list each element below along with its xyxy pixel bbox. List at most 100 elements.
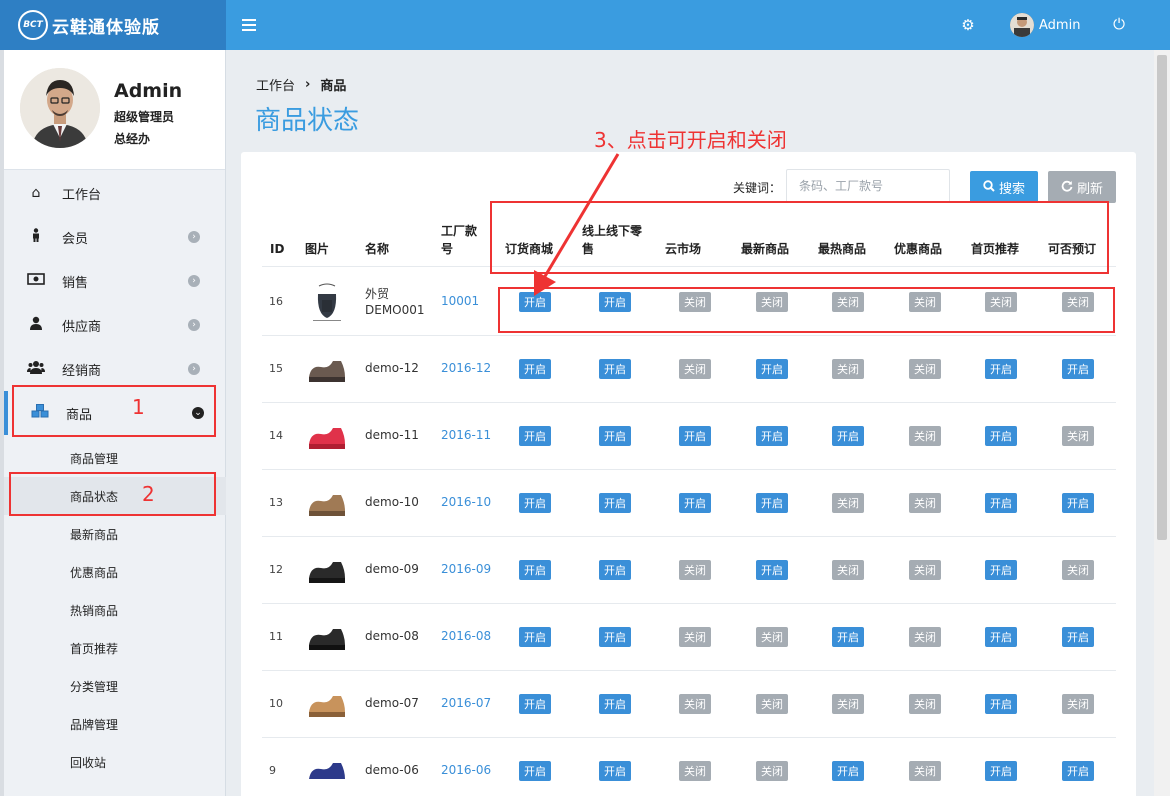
status-toggle-button[interactable]: 开启: [679, 425, 711, 446]
sidebar-item-label: 销售: [62, 275, 89, 291]
breadcrumb-home[interactable]: 工作台: [256, 75, 295, 94]
status-toggle-button[interactable]: 开启: [985, 358, 1017, 379]
table-divider: [262, 737, 1116, 738]
status-toggle-button[interactable]: 开启: [519, 626, 551, 647]
status-toggle-button[interactable]: 开启: [599, 492, 631, 513]
status-toggle-button[interactable]: 开启: [519, 760, 551, 781]
status-toggle-button[interactable]: 关闭: [909, 425, 941, 446]
status-toggle-button[interactable]: 关闭: [679, 760, 711, 781]
status-toggle-button[interactable]: 开启: [599, 559, 631, 580]
col-header-code: 工厂款号: [441, 224, 478, 256]
cell-code-link[interactable]: 2016-08: [441, 629, 491, 643]
status-toggle-button[interactable]: 关闭: [679, 358, 711, 379]
cell-name: demo-10: [365, 494, 419, 509]
search-button[interactable]: 搜索: [970, 171, 1038, 203]
table-divider: [262, 335, 1116, 336]
status-toggle-button[interactable]: 开启: [985, 492, 1017, 513]
scrollbar-thumb[interactable]: [1157, 55, 1167, 540]
status-toggle-button[interactable]: 开启: [985, 559, 1017, 580]
status-toggle-button[interactable]: 开启: [599, 425, 631, 446]
sidebar-subitem-latest-products[interactable]: 最新商品: [4, 515, 226, 553]
sidebar-subitem-homepage-recommend[interactable]: 首页推荐: [4, 629, 226, 667]
cell-id: 14: [269, 428, 283, 442]
status-toggle-button[interactable]: 关闭: [1062, 425, 1094, 446]
status-toggle-button[interactable]: 关闭: [1062, 693, 1094, 714]
status-toggle-button[interactable]: 关闭: [832, 559, 864, 580]
sidebar-item-suppliers[interactable]: 供应商 ›: [4, 303, 226, 347]
status-toggle-button[interactable]: 关闭: [756, 760, 788, 781]
user-menu[interactable]: Admin: [1010, 13, 1080, 37]
sidebar-item-sales[interactable]: 销售 ›: [4, 259, 226, 303]
status-toggle-button[interactable]: 关闭: [909, 358, 941, 379]
status-toggle-button[interactable]: 开启: [985, 760, 1017, 781]
sidebar-item-workbench[interactable]: ⌂ 工作台: [4, 171, 226, 215]
cell-code-link[interactable]: 2016-06: [441, 763, 491, 777]
users-icon: [26, 360, 46, 378]
brand[interactable]: BCT 云鞋通体验版: [0, 0, 226, 50]
sidebar-subitem-category-management[interactable]: 分类管理: [4, 667, 226, 705]
cell-code-link[interactable]: 2016-12: [441, 361, 491, 375]
status-toggle-button[interactable]: 关闭: [679, 693, 711, 714]
gear-icon[interactable]: ⚙: [960, 17, 976, 33]
status-toggle-button[interactable]: 开启: [985, 626, 1017, 647]
status-toggle-button[interactable]: 关闭: [909, 492, 941, 513]
status-toggle-button[interactable]: 关闭: [832, 492, 864, 513]
status-toggle-button[interactable]: 开启: [756, 425, 788, 446]
status-toggle-button[interactable]: 开启: [832, 626, 864, 647]
table-divider: [262, 469, 1116, 470]
cell-code-link[interactable]: 2016-09: [441, 562, 491, 576]
cell-id: 13: [269, 495, 283, 509]
status-toggle-button[interactable]: 开启: [599, 626, 631, 647]
status-toggle-button[interactable]: 开启: [1062, 358, 1094, 379]
status-toggle-button[interactable]: 开启: [599, 760, 631, 781]
cell-code-link[interactable]: 2016-07: [441, 696, 491, 710]
status-toggle-button[interactable]: 开启: [519, 425, 551, 446]
status-toggle-button[interactable]: 开启: [1062, 626, 1094, 647]
status-toggle-button[interactable]: 关闭: [909, 693, 941, 714]
status-toggle-button[interactable]: 开启: [679, 492, 711, 513]
menu-icon[interactable]: [242, 16, 258, 34]
status-toggle-button[interactable]: 关闭: [756, 693, 788, 714]
status-toggle-button[interactable]: 开启: [756, 358, 788, 379]
refresh-button[interactable]: 刷新: [1048, 171, 1116, 203]
product-thumbnail: [305, 346, 349, 391]
cell-code-link[interactable]: 2016-11: [441, 428, 491, 442]
status-toggle-button[interactable]: 开启: [519, 693, 551, 714]
sidebar-subitem-discount-products[interactable]: 优惠商品: [4, 553, 226, 591]
status-toggle-button[interactable]: 开启: [599, 358, 631, 379]
col-header-image: 图片: [305, 242, 330, 256]
status-toggle-button[interactable]: 开启: [1062, 760, 1094, 781]
sidebar-subitem-hot-products[interactable]: 热销商品: [4, 591, 226, 629]
sidebar-subitem-brand-management[interactable]: 品牌管理: [4, 705, 226, 743]
status-toggle-button[interactable]: 开启: [599, 693, 631, 714]
status-toggle-button[interactable]: 开启: [832, 425, 864, 446]
status-toggle-button[interactable]: 开启: [756, 492, 788, 513]
cell-code-link[interactable]: 2016-10: [441, 495, 491, 509]
status-toggle-button[interactable]: 关闭: [909, 626, 941, 647]
home-icon: ⌂: [31, 185, 41, 201]
status-toggle-button[interactable]: 开启: [1062, 492, 1094, 513]
status-toggle-button[interactable]: 关闭: [1062, 559, 1094, 580]
status-toggle-button[interactable]: 开启: [519, 358, 551, 379]
search-input[interactable]: [786, 169, 950, 203]
cell-code-link[interactable]: 10001: [441, 294, 479, 308]
sidebar-subitem-recycle-bin[interactable]: 回收站: [4, 743, 226, 781]
table-divider: [262, 402, 1116, 403]
status-toggle-button[interactable]: 开启: [519, 492, 551, 513]
product-thumbnail: [305, 681, 349, 726]
status-toggle-button[interactable]: 关闭: [909, 559, 941, 580]
status-toggle-button[interactable]: 开启: [756, 559, 788, 580]
avatar: [20, 68, 100, 148]
sidebar-item-members[interactable]: 会员 ›: [4, 215, 226, 259]
status-toggle-button[interactable]: 开启: [832, 760, 864, 781]
status-toggle-button[interactable]: 开启: [985, 425, 1017, 446]
status-toggle-button[interactable]: 关闭: [679, 559, 711, 580]
status-toggle-button[interactable]: 开启: [985, 693, 1017, 714]
status-toggle-button[interactable]: 关闭: [909, 760, 941, 781]
status-toggle-button[interactable]: 关闭: [756, 626, 788, 647]
status-toggle-button[interactable]: 关闭: [832, 358, 864, 379]
status-toggle-button[interactable]: 开启: [519, 559, 551, 580]
power-icon[interactable]: ⏻: [1111, 16, 1127, 32]
status-toggle-button[interactable]: 关闭: [679, 626, 711, 647]
status-toggle-button[interactable]: 关闭: [832, 693, 864, 714]
